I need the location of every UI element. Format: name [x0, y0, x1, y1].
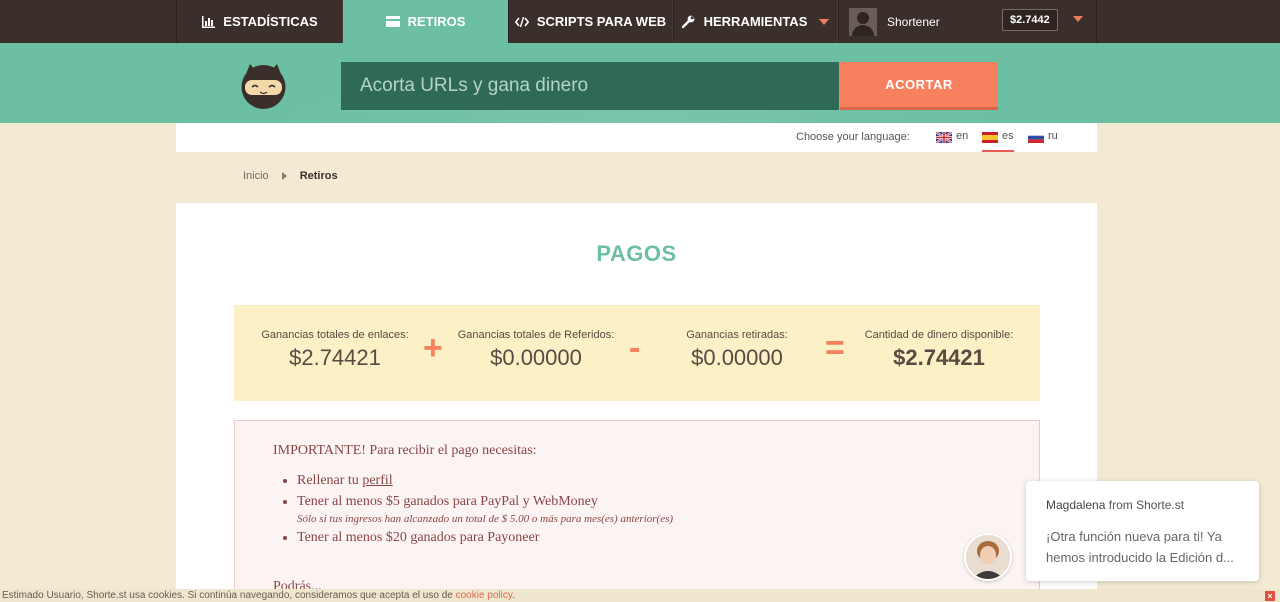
- page-title: PAGOS: [596, 241, 677, 266]
- stat-withdrawn: Ganancias retiradas: $0.00000: [657, 329, 817, 371]
- list-item: Tener al menos $5 ganados para PayPal y …: [297, 494, 673, 525]
- stat-link-earnings: Ganancias totales de enlaces: $2.74421: [255, 329, 415, 371]
- cookie-bar: Estimado Usuario, Shorte.st usa cookies.…: [0, 589, 1280, 602]
- url-input[interactable]: [341, 62, 839, 110]
- language-label: Choose your language:: [796, 131, 910, 143]
- minus-sign: -: [629, 329, 641, 367]
- profile-link[interactable]: perfil: [362, 473, 392, 488]
- chat-popup[interactable]: Magdalena from Shorte.st ¡Otra función n…: [1026, 481, 1259, 581]
- chevron-down-icon: [819, 18, 830, 25]
- earnings-summary: Ganancias totales de enlaces: $2.74421 +…: [234, 305, 1040, 401]
- cookie-text: Estimado Usuario, Shorte.st usa cookies.…: [2, 590, 456, 601]
- spain-flag-icon: [982, 132, 998, 143]
- nav-label: RETIROS: [407, 14, 466, 29]
- nav-label: SCRIPTS PARA WEB: [536, 14, 667, 29]
- chevron-down-icon[interactable]: [1073, 16, 1083, 22]
- close-icon[interactable]: ×: [1265, 591, 1275, 601]
- language-bar: Choose your language: en es ru: [176, 123, 1097, 152]
- balance-badge: $2.7442: [1002, 9, 1058, 31]
- list-item: Tener al menos $20 ganados para Payoneer: [297, 530, 673, 546]
- notice-title: IMPORTANTE! Para recibir el pago necesit…: [273, 443, 537, 458]
- chat-avatar[interactable]: [964, 533, 1012, 581]
- cookie-suffix: .: [512, 590, 515, 601]
- username: Shortener: [887, 14, 940, 29]
- language-code: es: [1002, 130, 1014, 142]
- top-navbar: ESTADÍSTICAS RETIROS SCRIPTS PARA WEB HE…: [0, 0, 1280, 43]
- chat-sender-from: from Shorte.st: [1108, 498, 1185, 512]
- uk-flag-icon: [935, 131, 953, 144]
- payment-card-icon: [385, 15, 400, 29]
- russia-flag-icon: [1028, 132, 1044, 143]
- avatar: [849, 7, 877, 36]
- language-option-en[interactable]: en: [935, 130, 969, 152]
- nav-item-herramientas[interactable]: HERRAMIENTAS: [673, 0, 838, 43]
- stat-value: $0.00000: [490, 345, 582, 370]
- stat-value: $2.74421: [289, 345, 381, 370]
- requirement-note: Sólo si tus ingresos han alcanzado un to…: [297, 513, 674, 525]
- language-code: en: [956, 130, 969, 142]
- wrench-icon: [682, 15, 696, 29]
- important-notice: IMPORTANTE! Para recibir el pago necesit…: [234, 420, 1040, 602]
- main-nav: ESTADÍSTICAS RETIROS SCRIPTS PARA WEB HE…: [176, 0, 838, 43]
- requirement-text: Rellenar tu: [297, 473, 363, 488]
- stat-label: Ganancias totales de enlaces:: [261, 329, 409, 341]
- list-item: Rellenar tu perfil: [297, 473, 673, 489]
- stat-available: Cantidad de dinero disponible: $2.74421: [854, 329, 1024, 371]
- breadcrumb-current: Retiros: [299, 170, 338, 182]
- nav-item-retiros[interactable]: RETIROS: [343, 0, 508, 43]
- stat-value: $2.74421: [893, 345, 985, 370]
- stat-label: Ganancias totales de Referidos:: [457, 329, 615, 341]
- payments-card: PAGOS Ganancias totales de enlaces: $2.7…: [176, 203, 1097, 602]
- chat-sender-name: Magdalena: [1046, 498, 1106, 512]
- language-option-ru[interactable]: ru: [1028, 130, 1058, 152]
- requirements-list: Rellenar tu perfil Tener al menos $5 gan…: [297, 473, 673, 551]
- breadcrumb-home[interactable]: Inicio: [243, 170, 269, 182]
- nav-item-scripts[interactable]: SCRIPTS PARA WEB: [508, 0, 673, 43]
- stat-label: Ganancias retiradas:: [686, 329, 788, 341]
- nav-item-estadisticas[interactable]: ESTADÍSTICAS: [176, 0, 343, 43]
- logo[interactable]: [240, 62, 287, 110]
- code-icon: [514, 15, 529, 29]
- shorten-button[interactable]: ACORTAR: [840, 62, 998, 110]
- language-code: ru: [1048, 130, 1058, 142]
- chevron-right-icon: [281, 172, 287, 180]
- user-menu[interactable]: Shortener $2.7442: [838, 0, 1097, 43]
- chat-sender: Magdalena from Shorte.st: [1046, 498, 1184, 512]
- stat-label: Cantidad de dinero disponible:: [864, 329, 1014, 341]
- breadcrumb: Inicio Retiros: [243, 170, 338, 182]
- language-option-es[interactable]: es: [982, 130, 1014, 152]
- nav-label: HERRAMIENTAS: [703, 14, 808, 29]
- bar-chart-icon: [201, 15, 215, 29]
- equals-sign: =: [825, 329, 845, 367]
- nav-label: ESTADÍSTICAS: [223, 14, 318, 29]
- chat-message: ¡Otra función nueva para ti! Ya hemos in…: [1046, 529, 1234, 565]
- requirement-text: Tener al menos $5 ganados para PayPal y …: [297, 494, 598, 509]
- stat-referral-earnings: Ganancias totales de Referidos: $0.00000: [450, 329, 622, 371]
- requirement-text: Tener al menos $20 ganados para Payoneer: [297, 530, 540, 545]
- plus-sign: +: [423, 329, 443, 367]
- stat-value: $0.00000: [691, 345, 783, 370]
- cookie-policy-link[interactable]: cookie policy: [456, 590, 513, 601]
